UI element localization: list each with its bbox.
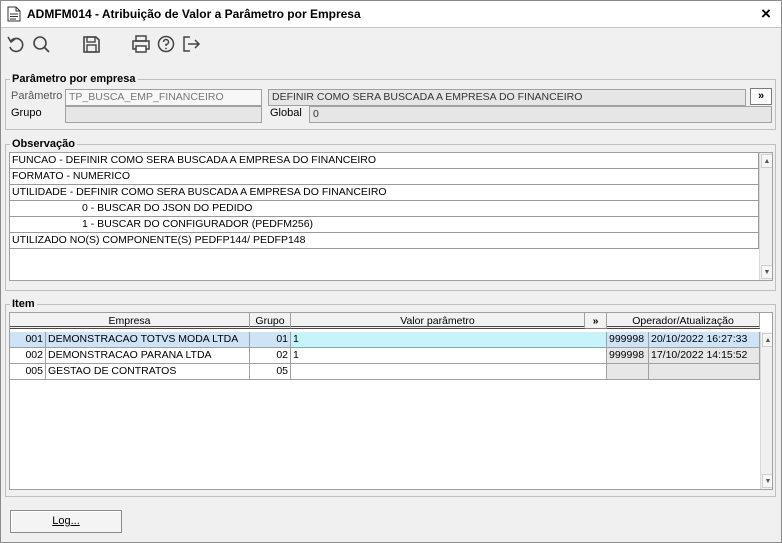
observacao-line: FORMATO - NUMERICO bbox=[10, 169, 759, 185]
scroll-down-icon[interactable]: ▼ bbox=[761, 265, 772, 279]
close-icon: × bbox=[761, 4, 771, 23]
double-chevron-right-icon: » bbox=[757, 90, 765, 102]
observacao-group: Observação FUNCAO - DEFINIR COMO SERA BU… bbox=[5, 138, 776, 291]
parametro-description-field[interactable]: DEFINIR COMO SERA BUSCADA A EMPRESA DO F… bbox=[268, 89, 746, 106]
cell-atualizacao: 20/10/2022 16:27:33 bbox=[649, 332, 760, 348]
observacao-line: UTILIDADE - DEFINIR COMO SERA BUSCADA A … bbox=[10, 185, 759, 201]
exit-button[interactable] bbox=[180, 33, 202, 55]
scroll-up-icon[interactable]: ▲ bbox=[762, 333, 772, 347]
cell-grupo: 01 bbox=[250, 332, 291, 348]
cell-empresa: DEMONSTRACAO PARANA LTDA bbox=[46, 348, 250, 364]
window-title: ADMFM014 - Atribuição de Valor a Parâmet… bbox=[27, 7, 361, 21]
header-empresa[interactable]: Empresa bbox=[10, 313, 250, 329]
observacao-line: UTILIZADO NO(S) COMPONENTE(S) PEDFP144/ … bbox=[10, 233, 759, 249]
cell-grupo: 02 bbox=[250, 348, 291, 364]
observacao-legend: Observação bbox=[12, 138, 75, 150]
cell-empresa: DEMONSTRACAO TOTVS MODA LTDA bbox=[46, 332, 250, 348]
item-legend: Item bbox=[12, 298, 35, 310]
log-button[interactable]: Log... bbox=[10, 510, 122, 533]
cell-valor[interactable] bbox=[291, 364, 607, 380]
cell-operador: 999998 bbox=[607, 332, 649, 348]
parametro-more-button[interactable]: » bbox=[750, 88, 772, 105]
cell-valor-input[interactable]: 1 bbox=[291, 332, 607, 348]
observacao-scrollbar[interactable]: ▲ ▼ bbox=[759, 153, 772, 280]
cell-operador bbox=[607, 364, 649, 380]
help-icon bbox=[157, 35, 175, 53]
global-label: Global bbox=[270, 107, 302, 119]
app-window: ADMFM014 - Atribuição de Valor a Parâmet… bbox=[0, 0, 782, 543]
grupo-field[interactable] bbox=[65, 106, 262, 123]
cell-codigo: 002 bbox=[10, 348, 46, 364]
parametro-group: Parâmetro por empresa Parâmetro TP_BUSCA… bbox=[5, 73, 776, 130]
undo-button[interactable] bbox=[5, 33, 27, 55]
search-icon bbox=[33, 36, 50, 53]
observacao-textarea[interactable]: FUNCAO - DEFINIR COMO SERA BUSCADA A EMP… bbox=[9, 152, 773, 281]
cell-grupo: 05 bbox=[250, 364, 291, 380]
cell-atualizacao bbox=[649, 364, 760, 380]
item-group: Item Empresa Grupo Valor parâmetro » Ope… bbox=[5, 298, 776, 497]
exit-icon bbox=[183, 36, 201, 52]
header-valor[interactable]: Valor parâmetro bbox=[291, 313, 585, 329]
observacao-line: FUNCAO - DEFINIR COMO SERA BUSCADA A EMP… bbox=[10, 153, 759, 169]
toolbar bbox=[1, 29, 781, 61]
parametro-label: Parâmetro bbox=[11, 90, 63, 102]
item-grid-scrollbar[interactable]: ▲ ▼ bbox=[760, 332, 772, 489]
cell-empresa: GESTAO DE CONTRATOS bbox=[46, 364, 250, 380]
scroll-down-icon[interactable]: ▼ bbox=[762, 474, 772, 488]
header-more-button[interactable]: » bbox=[585, 313, 607, 329]
save-icon bbox=[83, 36, 100, 53]
observacao-line: 1 - BUSCAR DO CONFIGURADOR (PEDFM256) bbox=[10, 217, 759, 233]
cell-codigo: 005 bbox=[10, 364, 46, 380]
observacao-line: 0 - BUSCAR DO JSON DO PEDIDO bbox=[10, 201, 759, 217]
item-grid: Empresa Grupo Valor parâmetro » Operador… bbox=[9, 312, 773, 490]
cell-valor[interactable]: 1 bbox=[291, 348, 607, 364]
document-icon bbox=[7, 6, 21, 22]
help-button[interactable] bbox=[155, 33, 177, 55]
log-button-label: Log... bbox=[52, 515, 80, 527]
cell-operador: 999998 bbox=[607, 348, 649, 364]
undo-icon bbox=[7, 36, 24, 53]
parametro-legend: Parâmetro por empresa bbox=[12, 73, 136, 85]
global-field[interactable]: 0 bbox=[309, 106, 772, 123]
header-grupo[interactable]: Grupo bbox=[250, 313, 291, 329]
search-button[interactable] bbox=[30, 33, 52, 55]
scroll-up-icon[interactable]: ▲ bbox=[761, 154, 772, 168]
grupo-label: Grupo bbox=[11, 107, 42, 119]
double-chevron-right-icon: » bbox=[592, 315, 599, 327]
parametro-field[interactable]: TP_BUSCA_EMP_FINANCEIRO bbox=[65, 89, 262, 106]
header-operador[interactable]: Operador/Atualização bbox=[607, 313, 760, 329]
save-button[interactable] bbox=[80, 33, 102, 55]
close-button[interactable]: × bbox=[757, 5, 775, 23]
print-button[interactable] bbox=[130, 33, 152, 55]
print-icon bbox=[132, 35, 150, 53]
cell-atualizacao: 17/10/2022 14:15:52 bbox=[649, 348, 760, 364]
cell-codigo: 001 bbox=[10, 332, 46, 348]
title-bar: ADMFM014 - Atribuição de Valor a Parâmet… bbox=[1, 1, 781, 28]
